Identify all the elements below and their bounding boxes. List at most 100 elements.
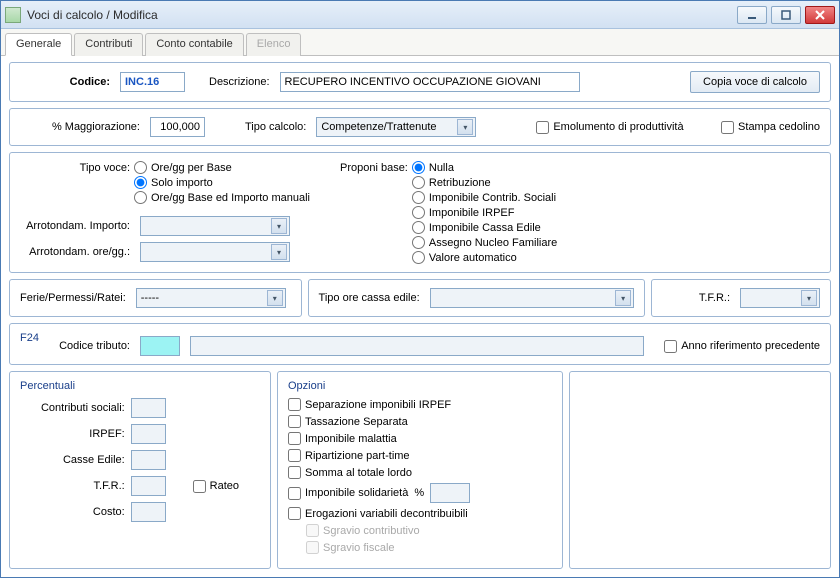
contributi-label: Contributi sociali: [20,402,125,414]
irpef-label: IRPEF: [20,428,125,440]
descrizione-input[interactable] [280,72,580,92]
titlebar: Voci di calcolo / Modifica [1,1,839,29]
percentuali-title: Percentuali [20,380,260,392]
rateo-checkbox[interactable]: Rateo [193,480,260,493]
tipo-voce-label: Tipo voce: [20,161,130,204]
emolumento-checkbox-input[interactable] [536,121,549,134]
rateo-input[interactable] [193,480,206,493]
panel-empty [569,371,831,569]
opt-sgravio-fiscale: Sgravio fiscale [288,541,552,554]
proponi-base-label: Proponi base: [340,161,408,264]
proponi-contrib-sociali[interactable]: Imponibile Contrib. Sociali [412,191,557,204]
opt-solidarieta[interactable]: Imponibile solidarietà [288,487,408,500]
chevron-down-icon: ▾ [267,290,283,306]
panel-ferie: Ferie/Permessi/Ratei: ----- ▾ [9,279,302,317]
proponi-retribuzione[interactable]: Retribuzione [412,176,557,189]
chevron-down-icon: ▾ [801,290,817,306]
proponi-valore-auto[interactable]: Valore automatico [412,251,557,264]
emolumento-label: Emolumento di produttività [553,121,683,133]
tipo-voce-solo-importo[interactable]: Solo importo [134,176,310,189]
tfr-perc-label: T.F.R.: [20,480,125,492]
tipo-ore-label: Tipo ore cassa edile: [319,292,420,304]
contributi-input[interactable] [131,398,166,418]
tipo-calcolo-label: Tipo calcolo: [245,121,306,133]
codice-label: Codice: [20,76,110,88]
codice-tributo-label: Codice tributo: [20,340,130,352]
arrot-ore-select[interactable]: ▾ [140,242,290,262]
panel-tfr: T.F.R.: ▾ [651,279,831,317]
maggiorazione-input[interactable] [150,117,205,137]
opt-somma-lordo[interactable]: Somma al totale lordo [288,466,552,479]
tabbar: Generale Contributi Conto contabile Elen… [1,29,839,56]
proponi-cassa-edile[interactable]: Imponibile Cassa Edile [412,221,557,234]
minimize-button[interactable] [737,6,767,24]
anno-precedente-label: Anno riferimento precedente [681,340,820,352]
ferie-label: Ferie/Permessi/Ratei: [20,292,126,304]
rateo-label: Rateo [210,480,239,492]
tipo-voce-manuali[interactable]: Ore/gg Base ed Importo manuali [134,191,310,204]
irpef-input[interactable] [131,424,166,444]
tfr-perc-input[interactable] [131,476,166,496]
anno-precedente-input[interactable] [664,340,677,353]
descrizione-label: Descrizione: [209,76,270,88]
proponi-base-radios: Nulla Retribuzione Imponibile Contrib. S… [412,161,557,264]
close-button[interactable] [805,6,835,24]
chevron-down-icon: ▾ [457,119,473,135]
panel-percentuali: Percentuali Contributi sociali: IRPEF: C… [9,371,271,569]
proponi-nulla[interactable]: Nulla [412,161,557,174]
casse-edile-label: Casse Edile: [20,454,125,466]
window-title: Voci di calcolo / Modifica [27,8,737,22]
opt-sgravio-contrib: Sgravio contributivo [288,524,552,537]
tipo-voce-ore-base[interactable]: Ore/gg per Base [134,161,310,174]
solidarieta-input[interactable] [430,483,470,503]
tipo-ore-select[interactable]: ▾ [430,288,635,308]
codice-tributo-input[interactable] [140,336,180,356]
ferie-select[interactable]: ----- ▾ [136,288,286,308]
proponi-assegno[interactable]: Assegno Nucleo Familiare [412,236,557,249]
tab-elenco: Elenco [246,33,302,56]
maggiorazione-label: % Maggiorazione: [20,121,140,133]
app-icon [5,7,21,23]
percent-sign: % [414,487,424,499]
tfr-label: T.F.R.: [662,292,730,304]
panel-tipo-voce: Tipo voce: Ore/gg per Base Solo importo … [9,152,831,273]
opt-separazione[interactable]: Separazione imponibili IRPEF [288,398,552,411]
stampa-cedolino-label: Stampa cedolino [738,121,820,133]
codice-tributo-desc[interactable] [190,336,644,356]
tipo-calcolo-select[interactable]: Competenze/Trattenute ▾ [316,117,476,137]
tipo-voce-radios: Ore/gg per Base Solo importo Ore/gg Base… [134,161,310,204]
ferie-value: ----- [141,292,267,304]
panel-opzioni: Opzioni Separazione imponibili IRPEF Tas… [277,371,563,569]
opzioni-title: Opzioni [288,380,552,392]
tab-generale[interactable]: Generale [5,33,72,56]
codice-input[interactable] [120,72,185,92]
panel-f24: F24 Codice tributo: Anno riferimento pre… [9,323,831,365]
tab-contributi[interactable]: Contributi [74,33,143,56]
panel-codice: Codice: Descrizione: Copia voce di calco… [9,62,831,102]
stampa-cedolino-input[interactable] [721,121,734,134]
panel-maggiorazione: % Maggiorazione: Tipo calcolo: Competenz… [9,108,831,146]
panel-tipo-ore: Tipo ore cassa edile: ▾ [308,279,646,317]
maximize-button[interactable] [771,6,801,24]
tfr-select[interactable]: ▾ [740,288,820,308]
chevron-down-icon: ▾ [271,244,287,260]
anno-precedente-checkbox[interactable]: Anno riferimento precedente [664,340,820,353]
costo-label: Costo: [20,506,125,518]
casse-edile-input[interactable] [131,450,166,470]
emolumento-checkbox[interactable]: Emolumento di produttività [536,121,683,134]
costo-input[interactable] [131,502,166,522]
copy-button[interactable]: Copia voce di calcolo [690,71,820,93]
arrot-importo-select[interactable]: ▾ [140,216,290,236]
tab-conto-contabile[interactable]: Conto contabile [145,33,243,56]
opt-erogazioni[interactable]: Erogazioni variabili decontribuibili [288,507,552,520]
chevron-down-icon: ▾ [271,218,287,234]
tipo-calcolo-value: Competenze/Trattenute [321,121,457,133]
arrot-ore-label: Arrotondam. ore/gg.: [20,246,130,258]
stampa-cedolino-checkbox[interactable]: Stampa cedolino [721,121,820,134]
chevron-down-icon: ▾ [615,290,631,306]
opt-tassazione[interactable]: Tassazione Separata [288,415,552,428]
opt-parttime[interactable]: Ripartizione part-time [288,449,552,462]
arrot-importo-label: Arrotondam. Importo: [20,220,130,232]
opt-malattia[interactable]: Imponibile malattia [288,432,552,445]
proponi-irpef[interactable]: Imponibile IRPEF [412,206,557,219]
